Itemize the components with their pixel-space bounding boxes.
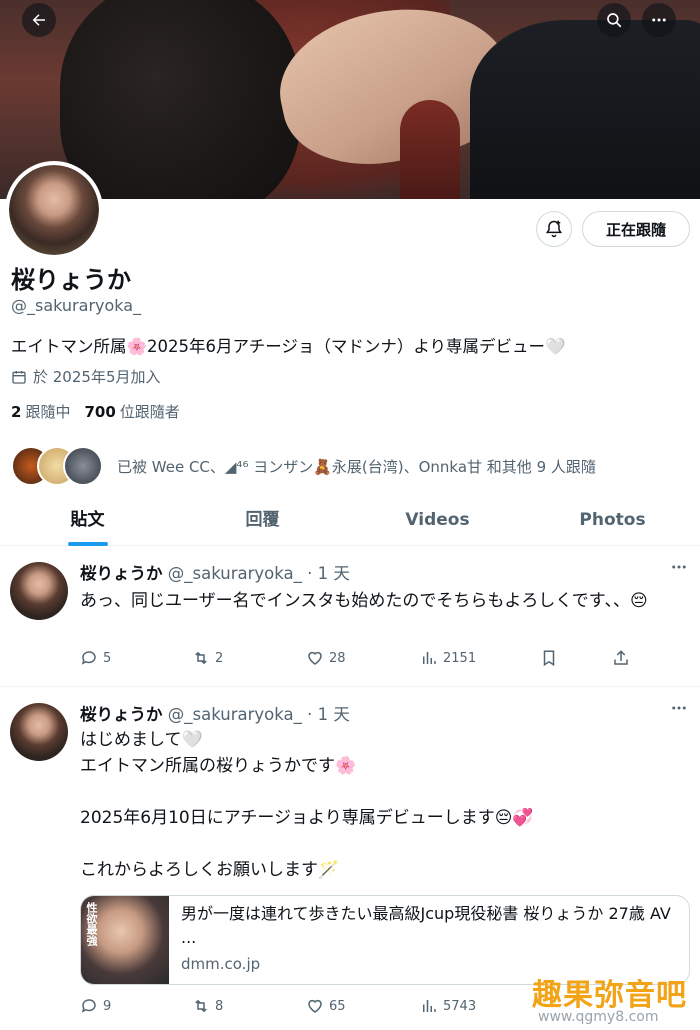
- follower-avatar: [63, 446, 103, 486]
- repost-button[interactable]: 2: [192, 649, 306, 667]
- view-count: 5743: [443, 998, 477, 1014]
- link-card-title: 男が一度は連れて歩きたい最高級Jcup現役秘書 桜りょうか 27歳 AV ...: [181, 904, 671, 947]
- post-author: 桜りょうか: [80, 564, 163, 583]
- followed-by-text: 已被 Wee CC、◢⁴⁶ ヨンザン🧸永展(台湾)、Onnka甘 和其他 9 人…: [117, 457, 596, 476]
- reply-count: 5: [103, 650, 112, 666]
- follow-stats: 2 跟隨中 700 位跟隨者: [11, 401, 180, 422]
- tab-posts[interactable]: 貼文: [0, 497, 175, 545]
- bookmark-icon: [543, 650, 555, 667]
- post-text: あっ、同じユーザー名でインスタも始めたのでそちらもよろしくです、、😔: [80, 591, 648, 611]
- repost-count: 8: [215, 998, 224, 1014]
- more-horizontal-icon: [672, 565, 686, 569]
- notification-button[interactable]: [536, 211, 572, 247]
- calendar-icon: [12, 370, 26, 384]
- repost-count: 2: [215, 650, 224, 666]
- following-count: 2: [11, 403, 22, 421]
- heart-icon: [308, 999, 322, 1013]
- bookmark-button[interactable]: [540, 649, 612, 667]
- repost-icon: [195, 999, 207, 1013]
- bar-chart-icon: [423, 652, 436, 664]
- reply-count: 9: [103, 998, 112, 1014]
- heart-icon: [308, 651, 322, 665]
- followers-link[interactable]: 700 位跟隨者: [84, 401, 179, 422]
- banner-suit: [470, 20, 700, 199]
- avatar-image: [9, 165, 99, 255]
- following-link[interactable]: 2 跟隨中: [11, 401, 70, 422]
- reply-icon: [81, 999, 96, 1013]
- views-button[interactable]: 2151: [420, 649, 540, 667]
- post-meta: @_sakuraryoka_ · 1 天: [167, 564, 350, 583]
- bell-plus-icon: [545, 220, 563, 238]
- post-avatar[interactable]: [10, 562, 68, 620]
- reply-icon: [81, 651, 96, 665]
- banner-figure: [60, 0, 300, 199]
- like-button[interactable]: 65: [306, 997, 420, 1015]
- post-more-button[interactable]: [670, 699, 688, 722]
- search-icon: [607, 13, 622, 28]
- banner-armrest: [400, 100, 460, 199]
- repost-button[interactable]: 8: [192, 997, 306, 1015]
- post-text: はじめまして🤍 エイトマン所属の桜りょうかです🌸 2025年6月10日にアチージ…: [80, 730, 534, 880]
- post-actions: 5 2 28 2151: [80, 649, 680, 667]
- search-button[interactable]: [597, 3, 631, 37]
- post-more-button[interactable]: [670, 558, 688, 581]
- post-header: 桜りょうか @_sakuraryoka_ · 1 天: [80, 560, 350, 584]
- tab-videos[interactable]: Videos: [350, 497, 525, 545]
- profile-banner[interactable]: [0, 0, 700, 199]
- post-meta: @_sakuraryoka_ · 1 天: [167, 705, 350, 724]
- tab-replies[interactable]: 回覆: [175, 497, 350, 545]
- reply-button[interactable]: 5: [80, 649, 192, 667]
- reply-button[interactable]: 9: [80, 997, 192, 1015]
- like-button[interactable]: 28: [306, 649, 420, 667]
- bar-chart-icon: [423, 1000, 436, 1012]
- arrow-left-icon: [32, 14, 45, 26]
- following-label: 跟隨中: [25, 403, 71, 421]
- followed-by[interactable]: 已被 Wee CC、◢⁴⁶ ヨンザン🧸永展(台湾)、Onnka甘 和其他 9 人…: [11, 446, 596, 486]
- joined-text: 於 2025年5月加入: [33, 368, 161, 386]
- following-button[interactable]: 正在跟隨: [582, 211, 690, 247]
- post-avatar[interactable]: [10, 703, 68, 761]
- profile-tabs: 貼文 回覆 Videos Photos: [0, 497, 700, 546]
- more-horizontal-icon: [672, 706, 686, 710]
- post-header: 桜りょうか @_sakuraryoka_ · 1 天: [80, 701, 350, 725]
- more-horizontal-icon: [652, 18, 666, 22]
- profile-handle: @_sakuraryoka_: [11, 296, 142, 315]
- repost-icon: [195, 651, 207, 665]
- tab-photos[interactable]: Photos: [525, 497, 700, 545]
- post-item[interactable]: 桜りょうか @_sakuraryoka_ · 1 天 あっ、同じユーザー名でイン…: [0, 546, 700, 687]
- followers-count: 700: [84, 403, 116, 421]
- watermark-logo: 趣果弥音吧: [532, 978, 687, 1013]
- profile-name: 桜りょうか: [11, 266, 131, 294]
- link-card-thumbnail: 性欲最強: [81, 896, 169, 984]
- thumbnail-caption: 性欲最強: [85, 902, 98, 946]
- more-options-button[interactable]: [642, 3, 676, 37]
- profile-bio: エイトマン所属🌸2025年6月アチージョ（マドンナ）より専属デビュー🤍: [11, 337, 566, 356]
- watermark-url: www.qgmy8.com: [538, 1009, 659, 1025]
- views-button[interactable]: 5743: [420, 997, 540, 1015]
- view-count: 2151: [443, 650, 477, 666]
- share-button[interactable]: [612, 649, 630, 667]
- followers-label: 位跟隨者: [119, 403, 180, 421]
- link-card-domain: dmm.co.jp: [181, 955, 261, 973]
- joined-date: 於 2025年5月加入: [11, 366, 161, 387]
- like-count: 28: [329, 650, 346, 666]
- like-count: 65: [329, 998, 346, 1014]
- post-author: 桜りょうか: [80, 705, 163, 724]
- back-button[interactable]: [22, 3, 56, 37]
- profile-avatar[interactable]: [5, 161, 103, 259]
- share-icon: [614, 650, 628, 665]
